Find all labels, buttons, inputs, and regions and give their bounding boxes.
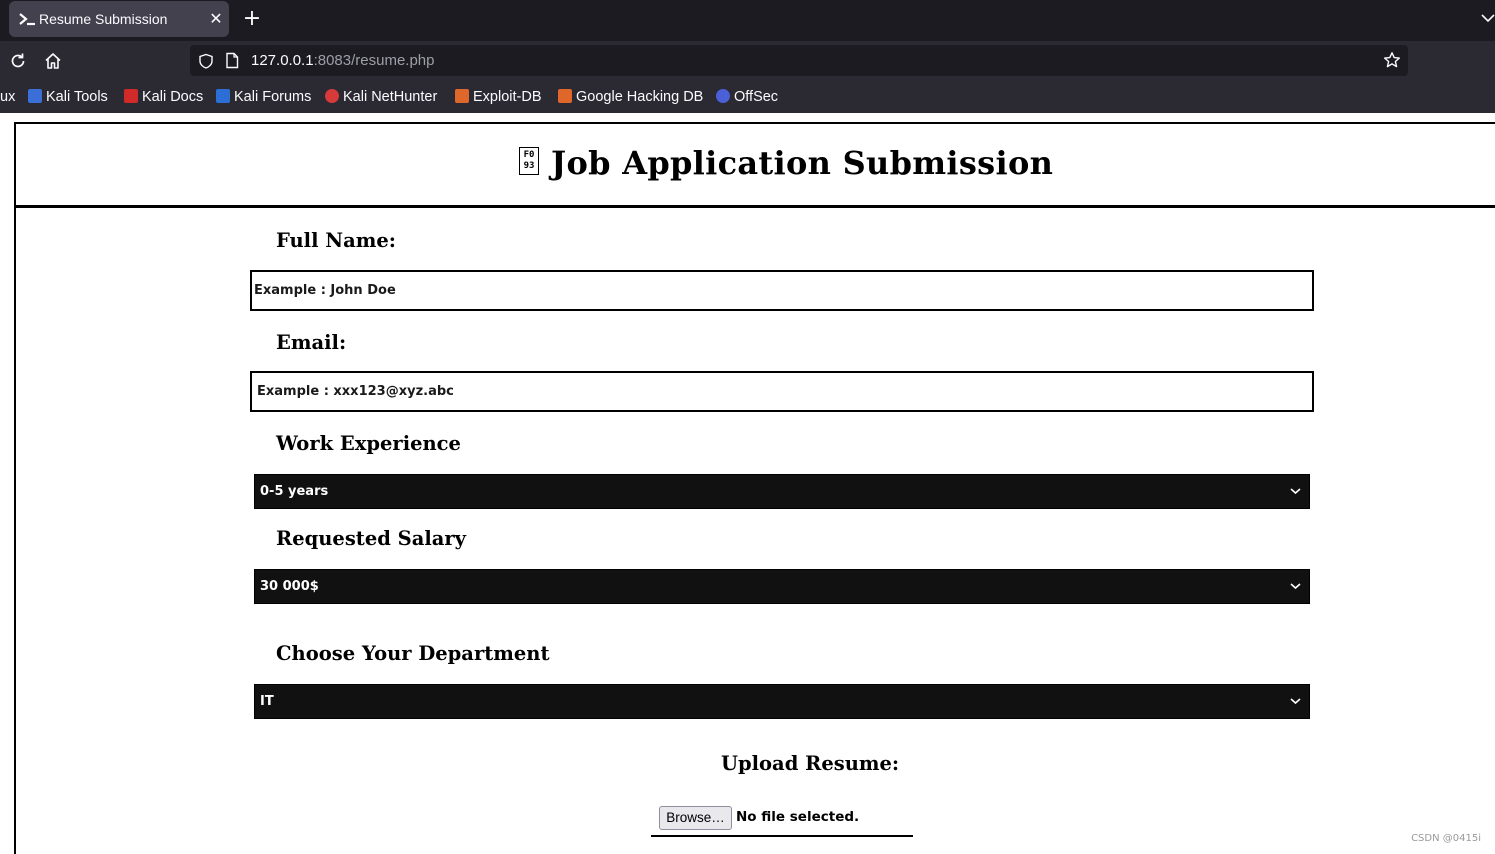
bookmark-label: ux xyxy=(0,89,16,105)
full-name-label: Full Name: xyxy=(276,229,396,252)
address-bar[interactable]: 127.0.0.1:8083/resume.php xyxy=(190,45,1408,76)
work-experience-label: Work Experience xyxy=(276,432,461,455)
tab-list-chevron-icon[interactable] xyxy=(1481,12,1495,24)
kali-nethunter-icon xyxy=(325,89,339,103)
exploit-db-icon xyxy=(455,89,469,103)
requested-salary-label: Requested Salary xyxy=(276,527,467,550)
url-path: :8083/resume.php xyxy=(313,52,435,69)
bookmark-label: Kali Forums xyxy=(234,89,312,105)
kali-forums-icon xyxy=(216,89,230,103)
tab-bar: Resume Submission ✕ + xyxy=(0,0,1495,41)
navigation-bar: 127.0.0.1:8083/resume.php xyxy=(0,41,1495,81)
bookmark-label: Kali Docs xyxy=(142,89,204,105)
ghdb-icon xyxy=(558,89,572,103)
reload-icon[interactable] xyxy=(8,51,28,71)
home-icon[interactable] xyxy=(43,51,63,71)
bookmark-offsec[interactable]: OffSec xyxy=(716,88,778,106)
chevron-down-icon xyxy=(1290,583,1301,590)
url-host: 127.0.0.1 xyxy=(251,52,314,69)
bookmark-kali-nethunter[interactable]: Kali NetHunter xyxy=(325,88,437,106)
kali-docs-icon xyxy=(124,89,138,103)
new-tab-button[interactable]: + xyxy=(240,7,264,31)
watermark: CSDN @0415i xyxy=(1411,833,1481,844)
bookmark-google-hacking-db[interactable]: Google Hacking DB xyxy=(558,88,703,106)
upload-divider xyxy=(651,835,913,837)
kali-tools-icon xyxy=(28,89,42,103)
bookmark-kali-tools[interactable]: Kali Tools xyxy=(28,88,108,106)
email-label: Email: xyxy=(276,331,347,354)
missing-glyph-icon: F0 93 xyxy=(519,147,539,175)
chevron-down-icon xyxy=(1290,698,1301,705)
bookmark-kali-forums[interactable]: Kali Forums xyxy=(216,88,311,106)
department-select[interactable]: IT xyxy=(254,684,1310,719)
bookmarks-toolbar: ux Kali Tools Kali Docs Kali Forums Kali… xyxy=(0,81,1495,113)
offsec-icon xyxy=(716,89,730,103)
file-status: No file selected. xyxy=(736,809,860,825)
bookmark-exploit-db[interactable]: Exploit-DB xyxy=(455,88,542,106)
browse-file-button[interactable]: Browse… xyxy=(659,806,732,830)
bookmark-kali-linux[interactable]: ux xyxy=(0,88,15,106)
bookmark-label: OffSec xyxy=(734,89,779,105)
work-experience-select[interactable]: 0-5 years xyxy=(254,474,1310,509)
page-info-icon[interactable] xyxy=(224,52,240,69)
close-tab-icon[interactable]: ✕ xyxy=(206,8,226,30)
upload-resume-label: Upload Resume: xyxy=(721,752,900,775)
bookmark-label: Kali Tools xyxy=(46,89,108,105)
tab-resume-submission[interactable]: Resume Submission ✕ xyxy=(9,1,229,37)
bookmark-star-icon[interactable] xyxy=(1383,51,1401,69)
department-value: IT xyxy=(260,694,274,709)
bookmark-label: Exploit-DB xyxy=(473,89,542,105)
requested-salary-value: 30 000$ xyxy=(260,579,319,594)
bookmark-label: Google Hacking DB xyxy=(576,89,704,105)
tab-title: Resume Submission xyxy=(39,11,168,27)
email-input[interactable] xyxy=(250,371,1314,412)
page-header: F0 93 Job Application Submission xyxy=(16,124,1495,208)
department-label: Choose Your Department xyxy=(276,642,550,665)
terminal-icon xyxy=(19,13,35,26)
chevron-down-icon xyxy=(1290,488,1301,495)
requested-salary-select[interactable]: 30 000$ xyxy=(254,569,1310,604)
bookmark-kali-docs[interactable]: Kali Docs xyxy=(124,88,203,106)
work-experience-value: 0-5 years xyxy=(260,484,329,499)
page-content: F0 93 Job Application Submission Full Nam… xyxy=(14,122,1495,854)
shield-icon[interactable] xyxy=(198,53,214,69)
bookmark-label: Kali NetHunter xyxy=(343,89,438,105)
page-title: Job Application Submission xyxy=(551,144,1054,182)
url-text[interactable]: 127.0.0.1:8083/resume.php xyxy=(251,52,434,69)
full-name-input[interactable] xyxy=(250,270,1314,311)
